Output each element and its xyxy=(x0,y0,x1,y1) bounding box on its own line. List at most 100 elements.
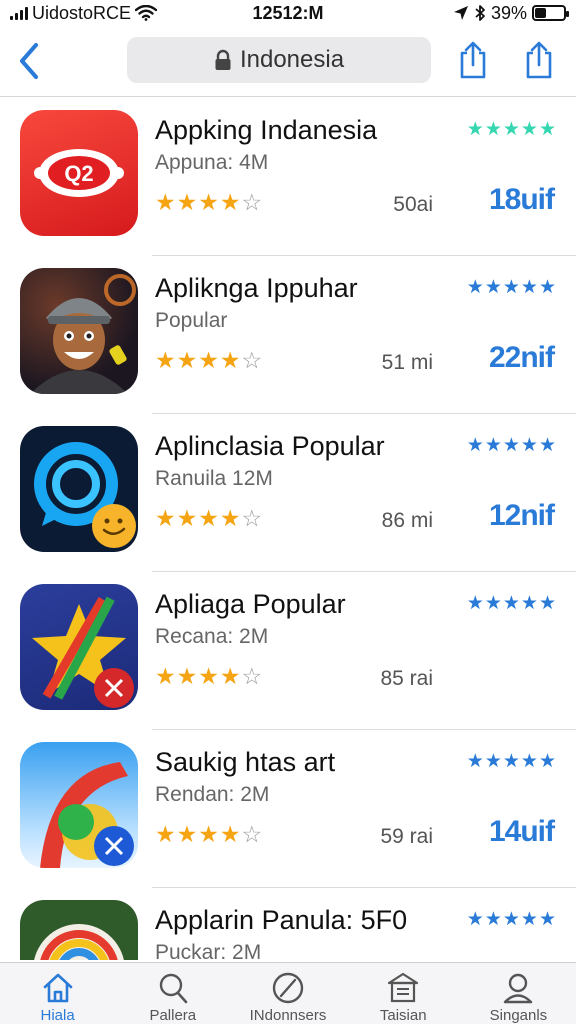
profile-icon xyxy=(504,973,533,1004)
star-icon: ★ xyxy=(466,593,484,614)
app-subtitle: Popular xyxy=(155,309,228,332)
star-filled-icon: ★ xyxy=(219,189,241,215)
home-icon xyxy=(43,973,72,1003)
star-icon: ★ xyxy=(484,593,502,614)
star-filled-icon: ★ xyxy=(219,505,241,531)
star-icon: ★ xyxy=(538,593,556,614)
star-empty-icon: ☆ xyxy=(241,821,263,847)
star-icon: ★ xyxy=(520,277,538,298)
app-icon-pencils[interactable] xyxy=(20,584,138,710)
app-row[interactable]: Q2 Appking Indanesia Appuna: 4M ★ ★ ★ ★ ☆ 50… xyxy=(0,98,576,256)
app-name[interactable]: Apliaga Popular xyxy=(155,589,346,620)
nav-divider xyxy=(0,96,576,97)
store-icon xyxy=(388,972,419,1003)
tab-explore[interactable]: INdonnsers xyxy=(230,963,345,1024)
star-icon: ★ xyxy=(520,435,538,456)
user-rating-stars: ★ ★ ★ ★ ☆ xyxy=(155,190,262,214)
tab-label: Singanls xyxy=(489,1007,548,1024)
star-icon: ★ xyxy=(538,751,556,772)
star-icon: ★ xyxy=(502,909,520,930)
star-filled-icon: ★ xyxy=(198,347,219,373)
app-subtitle: Recana: 2M xyxy=(155,625,269,648)
address-text: Indonesia xyxy=(239,46,345,73)
tab-store[interactable]: Taisian xyxy=(346,963,461,1024)
share-icon xyxy=(526,41,552,79)
star-filled-icon: ★ xyxy=(198,663,219,689)
star-icon: ★ xyxy=(466,435,484,456)
address-bar[interactable]: Indonesia xyxy=(127,37,431,83)
star-filled-icon: ★ xyxy=(219,347,241,373)
wifi-icon xyxy=(135,5,158,21)
star-empty-icon: ☆ xyxy=(241,189,263,215)
star-icon: ★ xyxy=(520,751,538,772)
star-empty-icon: ☆ xyxy=(241,663,263,689)
tab-label: Hiala xyxy=(40,1007,75,1024)
share-button[interactable] xyxy=(453,38,493,82)
app-row[interactable]: Aplikngа Ippuhar Popular ★ ★ ★ ★ ☆ 51 mi ★ ★ ★… xyxy=(0,256,576,414)
star-filled-icon: ★ xyxy=(176,347,198,373)
get-button[interactable]: 22nif xyxy=(489,341,555,375)
app-icon-colorful-arc[interactable] xyxy=(20,742,138,868)
app-name[interactable]: Appking Indanesia xyxy=(155,115,377,146)
tab-profile[interactable]: Singanls xyxy=(461,963,576,1024)
rating-stars: ★ ★ ★ ★ ★ xyxy=(467,120,556,140)
star-icon: ★ xyxy=(484,435,502,456)
star-icon: ★ xyxy=(484,119,502,140)
app-name[interactable]: Saukig htas art xyxy=(155,747,335,778)
app-list: Q2 Appking Indanesia Appuna: 4M ★ ★ ★ ★ ☆ 50… xyxy=(0,98,576,960)
app-row[interactable]: Apliaga Popular Recana: 2M ★ ★ ★ ★ ☆ 85 rai … xyxy=(0,572,576,730)
app-meta: 85 rai xyxy=(380,667,433,690)
rating-stars: ★ ★ ★ ★ ★ xyxy=(467,594,556,614)
navigation-bar: Indonesia xyxy=(0,28,576,94)
app-icon-red-logo[interactable]: Q2 xyxy=(20,110,138,236)
app-row[interactable]: Saukig htas art Rendan: 2M ★ ★ ★ ★ ☆ 59 rai … xyxy=(0,730,576,888)
app-icon-chat-swirl[interactable] xyxy=(20,426,138,552)
get-button[interactable]: 12nif xyxy=(489,499,555,533)
chevron-left-icon xyxy=(20,43,38,79)
app-row[interactable]: Aplinclasia Popular Ranuila 12M ★ ★ ★ ★ ☆ 86… xyxy=(0,414,576,572)
star-filled-icon: ★ xyxy=(155,189,176,215)
tab-label: INdonnsers xyxy=(249,1007,327,1024)
star-filled-icon: ★ xyxy=(176,663,198,689)
star-icon: ★ xyxy=(520,909,538,930)
star-icon: ★ xyxy=(502,593,520,614)
user-rating-stars: ★ ★ ★ ★ ☆ xyxy=(155,822,262,846)
star-filled-icon: ★ xyxy=(198,821,219,847)
app-name[interactable]: Aplinclasia Popular xyxy=(155,431,385,462)
star-icon: ★ xyxy=(502,119,520,140)
lock-icon xyxy=(215,49,231,70)
star-icon: ★ xyxy=(466,909,484,930)
back-button[interactable] xyxy=(12,39,46,83)
search-icon xyxy=(159,973,188,1004)
star-icon: ★ xyxy=(538,435,556,456)
app-name[interactable]: Aplikngа Ippuhar xyxy=(155,273,358,304)
star-icon: ★ xyxy=(466,277,484,298)
star-filled-icon: ★ xyxy=(198,505,219,531)
tab-home[interactable]: Hiala xyxy=(0,963,115,1024)
star-icon: ★ xyxy=(466,119,484,140)
share-icon xyxy=(460,41,486,79)
star-icon: ★ xyxy=(538,909,556,930)
app-name[interactable]: Applarin Panula: 5F0 xyxy=(155,905,407,936)
share-alt-button[interactable] xyxy=(519,38,559,82)
star-filled-icon: ★ xyxy=(176,189,198,215)
star-icon: ★ xyxy=(484,277,502,298)
tab-label: Taisian xyxy=(379,1007,427,1024)
get-button[interactable]: 14uif xyxy=(489,815,555,849)
star-icon: ★ xyxy=(502,435,520,456)
app-meta: 50ai xyxy=(393,193,433,216)
rating-stars: ★ ★ ★ ★ ★ xyxy=(467,436,556,456)
star-filled-icon: ★ xyxy=(176,505,198,531)
star-icon: ★ xyxy=(520,593,538,614)
tab-label: Pallera xyxy=(149,1007,197,1024)
tab-search[interactable]: Pallera xyxy=(115,963,230,1024)
app-meta: 59 rai xyxy=(380,825,433,848)
bluetooth-icon xyxy=(475,5,485,21)
app-icon-character[interactable] xyxy=(20,268,138,394)
app-row[interactable]: Applarin Panula: 5F0 Puckar: 2M ★★★★☆ ★★… xyxy=(0,888,576,960)
app-subtitle: Appuna: 4M xyxy=(155,151,269,174)
app-icon-rainbow-circle[interactable] xyxy=(20,900,138,960)
carrier-label: UidostoRCE xyxy=(32,2,132,23)
star-filled-icon: ★ xyxy=(155,663,176,689)
get-button[interactable]: 18uif xyxy=(489,183,555,217)
